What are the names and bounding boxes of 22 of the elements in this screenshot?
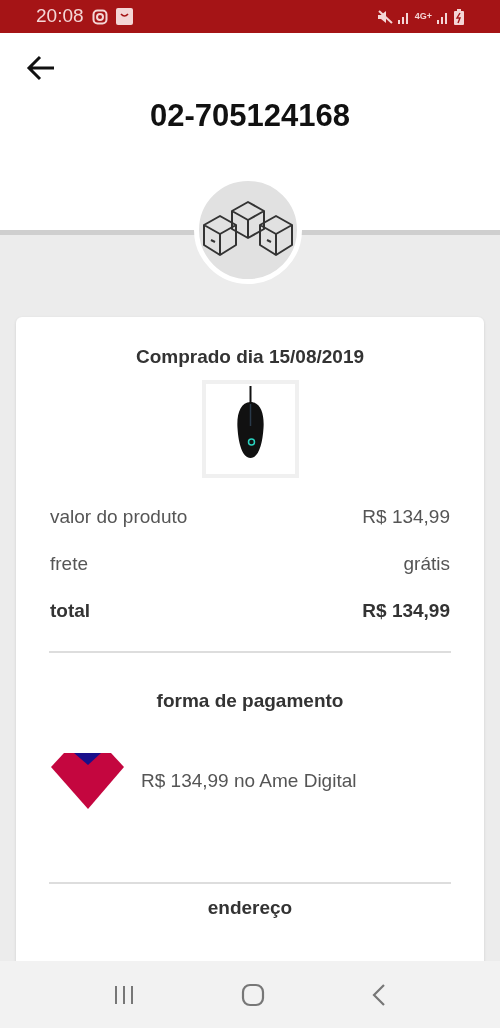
section-heading: endereço: [206, 896, 294, 920]
total-value: R$ 134,99: [362, 598, 450, 623]
order-number: 02-705124168: [149, 97, 351, 135]
recent-apps-icon[interactable]: [113, 983, 135, 1006]
payment-logo-icon: [50, 752, 125, 810]
payment-text: R$ 134,99 no Ame Digital: [141, 768, 357, 793]
summary-label: frete: [50, 551, 89, 576]
summary-label: valor do produto: [50, 504, 188, 529]
network-type: 4G+: [414, 12, 432, 21]
clock: 20:08: [36, 4, 84, 29]
back-button[interactable]: [26, 55, 56, 81]
mute-icon: [376, 9, 393, 24]
purchase-date: Comprado dia 15/08/2019: [134, 345, 366, 369]
back-icon[interactable]: [371, 982, 387, 1007]
instagram-icon: [91, 8, 108, 25]
shopping-bag-icon: [115, 8, 133, 25]
summary-value: R$ 134,99: [362, 504, 450, 529]
section-heading: forma de pagamento: [155, 688, 345, 713]
battery-icon: [454, 8, 464, 25]
summary-value: grátis: [403, 551, 450, 576]
total-label: total: [50, 598, 91, 623]
home-icon[interactable]: [241, 982, 265, 1007]
